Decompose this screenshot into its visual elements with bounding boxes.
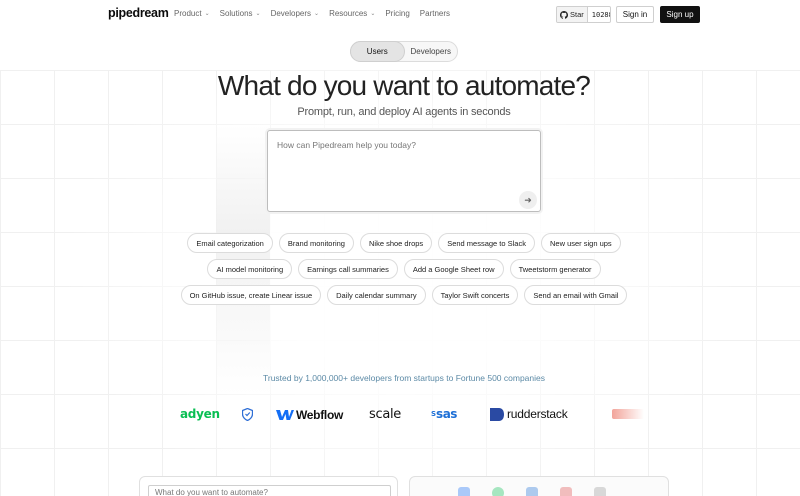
app-icons-row — [458, 487, 606, 496]
suggestion-chips: Email categorization Brand monitoring Ni… — [0, 233, 800, 311]
main-nav: Product ⌄ Solutions ⌄ Developers ⌄ Resource… — [174, 9, 460, 18]
chip-add-google-sheet-row[interactable]: Add a Google Sheet row — [403, 259, 504, 279]
hero-title: What do you want to automate? — [217, 70, 591, 101]
rudderstack-icon — [490, 407, 504, 421]
chip-email-categorization[interactable]: Email categorization — [187, 233, 273, 253]
chip-send-message-slack[interactable]: Send message to Slack — [438, 233, 535, 253]
customer-logos: adyen Webflow scale S sas rudderstack — [0, 403, 800, 429]
chip-daily-calendar-summary[interactable]: Daily calendar summary — [327, 285, 426, 305]
chevron-down-icon: ⌄ — [370, 11, 376, 17]
adyen-logo: adyen — [180, 407, 220, 421]
webflow-icon — [276, 410, 294, 420]
pipedream-logo[interactable]: pipedream — [108, 6, 169, 20]
shield-logo — [242, 408, 253, 421]
bottom-prompt-input[interactable]: What do you want to automate? — [148, 485, 391, 496]
chevron-down-icon: ⌄ — [314, 11, 320, 17]
top-navbar: pipedream Product ⌄ Solutions ⌄ Developers… — [0, 0, 800, 28]
trusted-by-text: Trusted by 1,000,000+ developers from st… — [263, 373, 545, 383]
chip-github-linear[interactable]: On GitHub issue, create Linear issue — [180, 285, 322, 305]
bottom-right-card — [409, 476, 669, 496]
scale-logo: scale — [369, 407, 401, 422]
chip-brand-monitoring[interactable]: Brand monitoring — [278, 233, 354, 253]
webflow-logo: Webflow — [276, 408, 343, 422]
audience-toggle: Users Developers — [350, 41, 458, 62]
app-icon — [560, 487, 572, 496]
nav-resources[interactable]: Resources ⌄ — [329, 9, 375, 18]
chevron-down-icon: ⌄ — [204, 11, 210, 17]
star-label: Star — [570, 10, 584, 19]
chip-new-user-sign-ups[interactable]: New user sign ups — [540, 233, 621, 253]
chip-tweetstorm-generator[interactable]: Tweetstorm generator — [509, 259, 601, 279]
bottom-left-card: What do you want to automate? — [139, 476, 398, 496]
nav-solutions[interactable]: Solutions ⌄ — [220, 9, 261, 18]
app-icon — [526, 487, 538, 496]
chip-ai-model-monitoring[interactable]: AI model monitoring — [207, 259, 293, 279]
hero-subtitle: Prompt, run, and deploy AI agents in sec… — [297, 106, 511, 118]
send-button[interactable]: ➜ — [519, 191, 537, 209]
chip-nike-shoe-drops[interactable]: Nike shoe drops — [359, 233, 433, 253]
toggle-users[interactable]: Users — [350, 41, 405, 62]
chip-row: AI model monitoring Earnings call summar… — [0, 259, 800, 279]
chip-row: On GitHub issue, create Linear issue Dai… — [0, 285, 800, 305]
github-icon — [560, 10, 568, 19]
chip-row: Email categorization Brand monitoring Ni… — [0, 233, 800, 253]
nav-product[interactable]: Product ⌄ — [174, 9, 210, 18]
sign-up-button[interactable]: Sign up — [660, 6, 700, 23]
chip-taylor-swift-concerts[interactable]: Taylor Swift concerts — [431, 285, 519, 305]
faded-partner-logo — [612, 409, 644, 419]
chevron-down-icon: ⌄ — [255, 11, 261, 17]
star-count: 10288 — [587, 7, 610, 22]
toggle-developers[interactable]: Developers — [405, 42, 458, 61]
nav-partners[interactable]: Partners — [420, 9, 450, 18]
nav-developers[interactable]: Developers ⌄ — [271, 9, 320, 18]
arrow-right-icon: ➜ — [524, 194, 532, 205]
app-icon — [594, 487, 606, 496]
sas-logo: S sas — [431, 407, 457, 421]
nav-pricing[interactable]: Pricing — [385, 9, 409, 18]
app-icon — [492, 487, 504, 496]
github-star-button[interactable]: Star 10288 — [556, 6, 611, 23]
app-icon — [458, 487, 470, 496]
chip-earnings-call-summaries[interactable]: Earnings call summaries — [298, 259, 398, 279]
chip-send-email-gmail[interactable]: Send an email with Gmail — [524, 285, 628, 305]
prompt-textarea[interactable]: How can Pipedream help you today? ➜ — [267, 130, 541, 212]
prompt-placeholder: How can Pipedream help you today? — [277, 140, 416, 150]
sign-in-button[interactable]: Sign in — [616, 6, 654, 23]
rudderstack-logo: rudderstack — [490, 407, 568, 421]
